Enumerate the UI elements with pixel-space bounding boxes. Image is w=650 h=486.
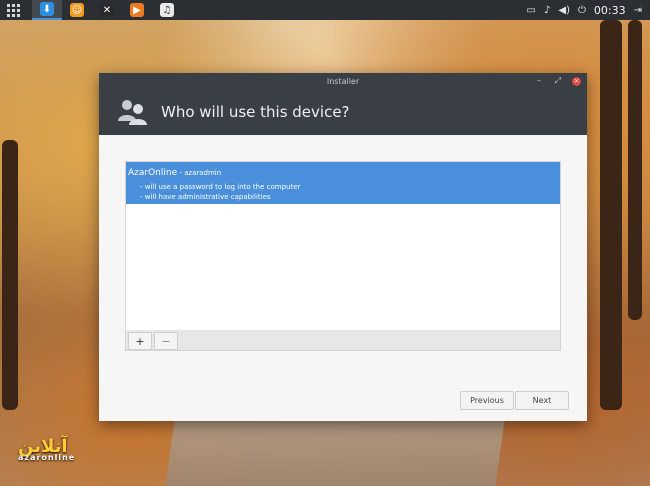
launcher-xmms[interactable]: ✕ xyxy=(92,0,122,20)
user-label: AzarOnline - azaradmin xyxy=(128,168,221,178)
window-title: Installer xyxy=(326,76,360,86)
wallpaper-tree-trunk xyxy=(628,20,642,320)
wallpaper-tree-trunk xyxy=(2,140,18,410)
add-user-button[interactable]: + xyxy=(128,332,152,350)
system-tray: ▭ ♪ ◀) ⏻ 00:33 ⇥ xyxy=(527,4,650,17)
screen-icon[interactable]: ▭ xyxy=(527,5,536,16)
volume-icon[interactable]: ◀) xyxy=(558,5,570,16)
music-icon: ♫ xyxy=(160,3,174,17)
maximize-icon[interactable]: ⤢ xyxy=(555,76,561,86)
previous-button[interactable]: Previous xyxy=(460,391,514,410)
top-panel: ⬇ ☺ ✕ ▶ ♫ ▭ ♪ ◀) ⏻ 00:33 ⇥ xyxy=(0,0,650,20)
notification-bell-icon[interactable]: ♪ xyxy=(544,5,550,16)
installer-icon: ⬇ xyxy=(40,2,54,16)
wallpaper-tree-trunk xyxy=(600,20,622,410)
grid-icon xyxy=(6,3,20,17)
list-toolbar: + − xyxy=(125,330,561,351)
page-header: Who will use this device? xyxy=(99,89,587,135)
launcher-firefox[interactable]: ☺ xyxy=(62,0,92,20)
launcher-installer[interactable]: ⬇ xyxy=(32,0,62,20)
firefox-icon: ☺ xyxy=(70,3,84,17)
window-titlebar[interactable]: Installer – ⤢ × xyxy=(99,73,587,89)
logout-icon[interactable]: ⇥ xyxy=(634,5,642,16)
installer-window: Installer – ⤢ × Who will use this device… xyxy=(99,73,587,421)
users-icon xyxy=(118,100,147,125)
clock[interactable]: 00:33 xyxy=(594,4,626,17)
page-title: Who will use this device? xyxy=(161,103,350,121)
user-admin-note: - will have administrative capabilities xyxy=(140,193,271,201)
wallpaper-path xyxy=(165,420,505,486)
watermark-logo: آنلاین azaronline xyxy=(18,436,76,462)
launcher-bar: ⬇ ☺ ✕ ▶ ♫ xyxy=(32,0,182,20)
next-button[interactable]: Next xyxy=(515,391,569,410)
app-menu-button[interactable] xyxy=(0,0,26,20)
user-login: - azaradmin xyxy=(177,169,222,177)
xmms-icon: ✕ xyxy=(100,3,114,17)
media-player-icon: ▶ xyxy=(130,3,144,17)
launcher-music[interactable]: ♫ xyxy=(152,0,182,20)
close-button[interactable]: × xyxy=(572,77,581,86)
launcher-media-player[interactable]: ▶ xyxy=(122,0,152,20)
user-name: AzarOnline xyxy=(128,168,178,178)
minimize-icon[interactable]: – xyxy=(537,76,541,85)
user-list[interactable]: AzarOnline - azaradmin - will use a pass… xyxy=(125,161,561,331)
list-item[interactable]: AzarOnline - azaradmin - will use a pass… xyxy=(126,162,560,204)
remove-user-button[interactable]: − xyxy=(154,332,178,350)
power-icon[interactable]: ⏻ xyxy=(578,5,586,16)
user-password-note: - will use a password to log into the co… xyxy=(140,183,301,191)
